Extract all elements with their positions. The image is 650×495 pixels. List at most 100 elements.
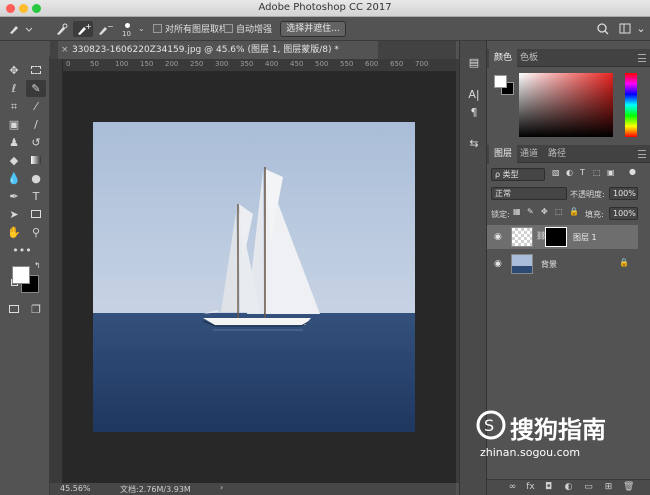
add-mask-icon[interactable]: ◘ — [543, 482, 554, 493]
workspace-menu-button[interactable]: ⌄ — [636, 21, 646, 37]
new-selection-mode-button[interactable] — [52, 21, 72, 37]
marquee-tool[interactable] — [26, 62, 46, 79]
zoom-level[interactable]: 45.56% — [60, 484, 91, 493]
tool-preset-picker[interactable] — [6, 21, 33, 37]
auto-enhance-checkbox[interactable] — [224, 24, 233, 33]
move-tool[interactable]: ✥ — [4, 62, 24, 79]
opacity-field[interactable]: 100% — [609, 187, 638, 200]
search-button[interactable] — [596, 21, 610, 37]
select-and-mask-button[interactable]: 选择并遮住... — [280, 21, 346, 37]
more-icon: ••• — [12, 244, 32, 257]
healing-brush-tool[interactable]: ▣ — [4, 116, 24, 133]
crop-tool[interactable]: ⌗ — [4, 98, 24, 115]
tab-layers[interactable]: 图层 — [489, 145, 518, 163]
svg-text:S: S — [484, 416, 494, 435]
link-layers-icon[interactable]: ∞ — [507, 482, 518, 493]
canvas-area[interactable] — [63, 72, 456, 483]
watermark-brand: 搜狗指南 — [510, 416, 606, 444]
panel-menu-icon[interactable] — [638, 54, 646, 62]
brush-add-icon: + — [78, 22, 92, 35]
type-tool[interactable]: T — [26, 188, 46, 205]
stamp-icon: ♟ — [9, 136, 19, 149]
layer-row[interactable]: ◉ ⛓ 图层 1 — [487, 225, 638, 249]
document-image[interactable] — [93, 122, 415, 432]
status-menu-arrow[interactable]: › — [220, 483, 223, 492]
document-tab[interactable]: × 330823-1606220Z34159.jpg @ 45.6% (图层 1… — [58, 41, 378, 59]
tab-swatches[interactable]: 色板 — [515, 49, 543, 67]
zoom-tool[interactable]: ⚲ — [26, 224, 46, 241]
tab-color[interactable]: 颜色 — [489, 49, 518, 67]
options-bar: + − 10 ⌄ 对所有图层取样 自动增强 选择并遮住... ⌄ — [0, 17, 650, 41]
blend-mode-select[interactable]: 正常 — [491, 187, 567, 200]
ruler-label: 50 — [90, 60, 99, 68]
path-selection-tool[interactable]: ➤ — [4, 206, 24, 223]
lock-image-icon[interactable]: ✎ — [527, 207, 534, 216]
type-filter-icon[interactable]: T — [580, 168, 585, 177]
eraser-tool[interactable]: ◆ — [4, 152, 24, 169]
smart-object-filter-icon[interactable]: ▣ — [607, 168, 615, 177]
quick-selection-tool[interactable]: ✎ — [26, 80, 46, 97]
new-group-icon[interactable]: ▭ — [583, 482, 594, 493]
chevron-down-icon: ⌄ — [636, 22, 646, 35]
add-to-selection-mode-button[interactable]: + — [73, 21, 93, 37]
paragraph-panel-button[interactable]: ¶ — [466, 105, 482, 121]
swap-colors-icon[interactable]: ↰ — [34, 261, 41, 270]
clone-stamp-tool[interactable]: ♟ — [4, 134, 24, 151]
lock-transparent-icon[interactable]: ▦ — [513, 207, 521, 216]
filter-toggle-icon[interactable]: ● — [629, 167, 636, 176]
adjustment-filter-icon[interactable]: ◐ — [566, 168, 573, 177]
gradient-tool[interactable] — [26, 152, 46, 169]
layer-row[interactable]: ◉ 背景 🔒 — [487, 252, 638, 276]
panel-menu-icon[interactable] — [638, 150, 646, 158]
adjustment-layer-icon[interactable]: ◐ — [563, 482, 574, 493]
lock-artboard-icon[interactable]: ⬚ — [555, 207, 563, 216]
hand-tool[interactable]: ✋ — [4, 224, 24, 241]
sample-all-layers-checkbox[interactable] — [153, 24, 162, 33]
title-bar: Adobe Photoshop CC 2017 — [0, 0, 650, 17]
eye-icon[interactable]: ◉ — [494, 259, 502, 269]
character-panel-button[interactable]: A| — [466, 87, 482, 103]
lasso-tool[interactable]: ℓ — [4, 80, 24, 97]
eye-icon[interactable]: ◉ — [494, 232, 502, 242]
shape-filter-icon[interactable]: ⬚ — [593, 168, 601, 177]
eyedropper-tool[interactable]: ⁄ — [26, 98, 46, 115]
new-layer-icon[interactable]: ⊞ — [603, 482, 614, 493]
color-picker-field[interactable] — [519, 73, 613, 137]
pixel-filter-icon[interactable]: ▧ — [552, 168, 560, 177]
watermark-url: zhinan.sogou.com — [480, 446, 581, 459]
brush-size-picker[interactable]: 10 ⌄ — [118, 21, 148, 38]
hue-slider[interactable] — [625, 73, 637, 137]
layer-name[interactable]: 背景 — [541, 259, 557, 270]
tools-panel: ✥ ℓ ✎ ⌗ ⁄ ▣ / ♟ ↺ ◆ 💧 ● ✒ T ➤ ✋ ⚲ ••• ↰ … — [0, 56, 50, 495]
trash-icon[interactable]: 🗑 — [623, 482, 634, 493]
quick-mask-button[interactable] — [4, 301, 24, 318]
edit-toolbar-button[interactable]: ••• — [12, 242, 32, 259]
history-icon: ▤ — [468, 56, 480, 69]
ruler-label: 500 — [315, 60, 329, 68]
subtract-from-selection-mode-button[interactable]: − — [94, 21, 114, 37]
layer-name[interactable]: 图层 1 — [573, 232, 597, 243]
tab-paths[interactable]: 路径 — [543, 145, 571, 163]
layer-mask-thumbnail[interactable] — [545, 227, 567, 247]
fill-field[interactable]: 100% — [609, 207, 638, 220]
workspace-button[interactable] — [618, 21, 632, 37]
foreground-color-swatch[interactable] — [12, 266, 30, 284]
lock-all-icon[interactable]: 🔒 — [569, 207, 579, 216]
lock-position-icon[interactable]: ✥ — [541, 207, 548, 216]
workspace-icon — [619, 23, 631, 34]
foreground-color-chip[interactable] — [494, 75, 507, 88]
rectangle-tool[interactable] — [26, 206, 46, 223]
pen-tool[interactable]: ✒ — [4, 188, 24, 205]
blur-tool[interactable]: 💧 — [4, 170, 24, 187]
close-tab-button[interactable]: × — [61, 41, 69, 59]
layer-style-icon[interactable]: fx — [525, 482, 536, 493]
tab-channels[interactable]: 通道 — [515, 145, 543, 163]
brush-tool[interactable]: / — [26, 116, 46, 133]
adjustments-panel-button[interactable]: ⇆ — [466, 136, 482, 152]
screen-mode-button[interactable]: ❐ — [26, 301, 46, 318]
history-panel-button[interactable]: ▤ — [466, 55, 482, 71]
dodge-tool[interactable]: ● — [26, 170, 46, 187]
layer-filter-select[interactable]: ρ 类型 — [491, 168, 545, 181]
document-size[interactable]: 文档:2.76M/3.93M — [120, 484, 191, 495]
history-brush-tool[interactable]: ↺ — [26, 134, 46, 151]
